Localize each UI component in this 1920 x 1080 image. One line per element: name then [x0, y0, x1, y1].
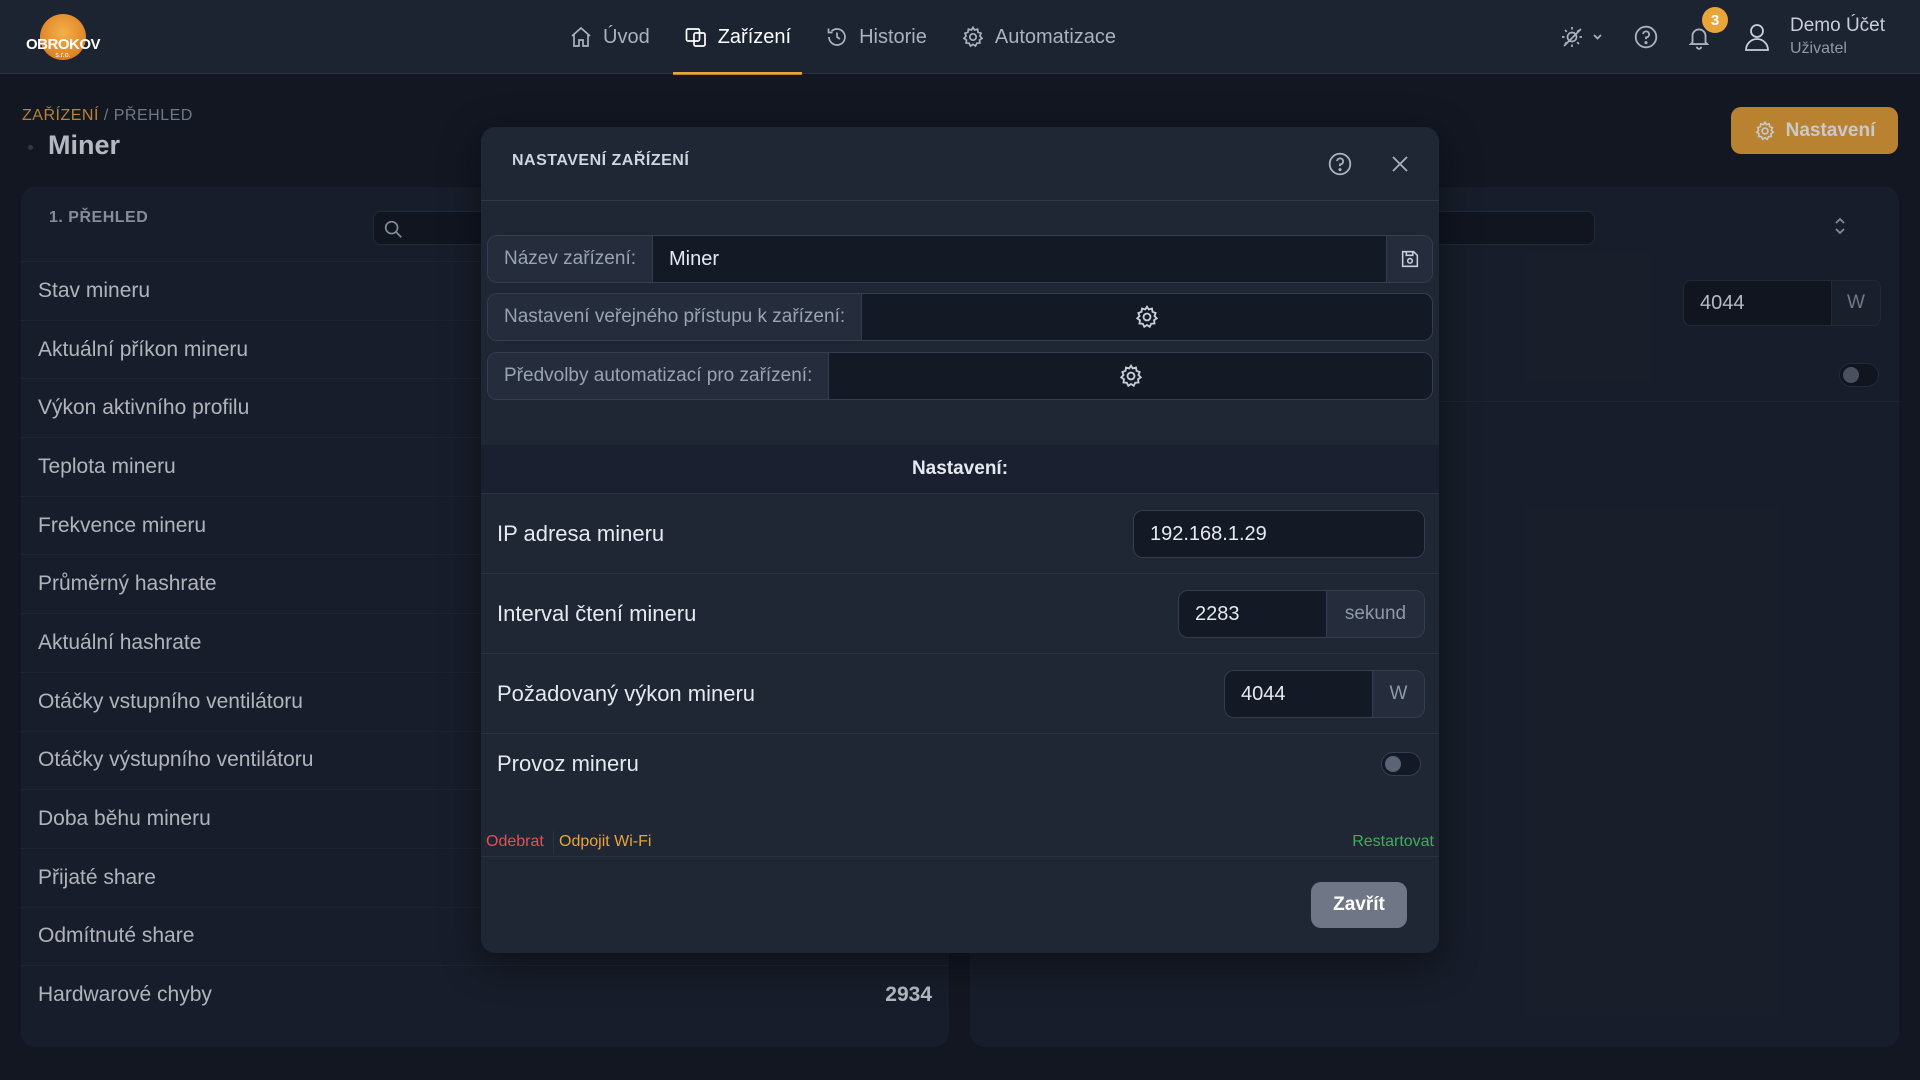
public-access-label: Nastavení veřejného přístupu k zařízení: — [488, 294, 863, 340]
save-icon — [1401, 250, 1418, 268]
operation-toggle[interactable] — [1381, 752, 1421, 776]
requested-power-input-group: 4044 W — [1224, 670, 1425, 718]
nav-item-devices[interactable]: Zařízení — [667, 0, 808, 75]
device-name-label: Název zařízení: — [488, 236, 653, 282]
device-name-input[interactable]: Miner — [653, 236, 1386, 282]
weather-sun-icon[interactable] — [1560, 24, 1606, 50]
operation-label: Provoz mineru — [497, 750, 639, 776]
public-access-settings-button[interactable] — [862, 294, 1432, 340]
nav-item-automation[interactable]: Automatizace — [944, 0, 1133, 74]
disconnect-wifi-button[interactable]: Odpojit Wi-Fi — [559, 833, 651, 851]
save-button[interactable] — [1386, 236, 1432, 282]
restart-button[interactable]: Restartovat — [1352, 833, 1434, 851]
close-button[interactable]: Zavřít — [1311, 882, 1407, 928]
ip-address-row: IP adresa mineru 192.168.1.29 — [481, 493, 1439, 573]
read-interval-row: Interval čtení mineru 2283 sekund — [481, 573, 1439, 653]
modal-header: NASTAVENÍ ZAŘÍZENÍ — [481, 127, 1439, 201]
requested-power-label: Požadovaný výkon mineru — [497, 680, 756, 706]
modal-actions: Odebrat Odpojit Wi-Fi Restartovat — [481, 831, 1439, 857]
device-settings-modal: NASTAVENÍ ZAŘÍZENÍ Název zařízení: Miner… — [481, 127, 1439, 953]
device-name-field-group: Název zařízení: Miner — [487, 235, 1433, 283]
main-nav: Úvod Zařízení Historie Automatizace — [552, 0, 1133, 75]
read-interval-input-group: 2283 sekund — [1178, 590, 1425, 638]
logo-suffix: s.r.o. — [55, 52, 71, 59]
remove-button[interactable]: Odebrat — [486, 833, 544, 851]
divider — [553, 831, 554, 855]
automation-presets-field-group: Předvolby automatizací pro zařízení: — [487, 352, 1433, 400]
help-icon[interactable] — [1633, 24, 1659, 50]
automation-presets-label: Předvolby automatizací pro zařízení: — [488, 353, 830, 399]
company-logo[interactable]: OBROKOV s.r.o. — [26, 14, 101, 62]
nav-label: Automatizace — [994, 25, 1117, 48]
close-icon[interactable] — [1389, 153, 1411, 175]
user-name[interactable]: Demo Účet — [1790, 15, 1885, 37]
settings-section-heading: Nastavení: — [481, 445, 1439, 493]
operation-row: Provoz mineru — [481, 733, 1439, 793]
history-icon — [827, 28, 846, 46]
nav-item-home[interactable]: Úvod — [552, 0, 667, 74]
top-bar: OBROKOV s.r.o. Úvod Zařízení Historie Au… — [0, 0, 1920, 75]
requested-power-row: Požadovaný výkon mineru 4044 W — [481, 653, 1439, 733]
automation-presets-settings-button[interactable] — [829, 353, 1432, 399]
notification-badge: 3 — [1702, 7, 1728, 33]
gear-icon — [1119, 364, 1142, 388]
read-interval-input[interactable]: 2283 — [1179, 591, 1326, 637]
read-interval-label: Interval čtení mineru — [497, 600, 697, 626]
requested-power-input[interactable]: 4044 — [1225, 671, 1372, 717]
user-role: Uživatel — [1790, 40, 1847, 57]
logo-text: OBROKOV — [26, 36, 101, 53]
help-icon[interactable] — [1327, 151, 1353, 177]
modal-title: NASTAVENÍ ZAŘÍZENÍ — [512, 152, 690, 169]
requested-power-unit: W — [1372, 671, 1424, 717]
ip-address-label: IP adresa mineru — [497, 520, 665, 546]
ip-address-input[interactable]: 192.168.1.29 — [1134, 511, 1424, 557]
public-access-field-group: Nastavení veřejného přístupu k zařízení: — [487, 293, 1433, 341]
read-interval-unit: sekund — [1326, 591, 1424, 637]
nav-label: Zařízení — [717, 25, 792, 48]
nav-label: Historie — [859, 25, 927, 48]
nav-label: Úvod — [603, 25, 650, 48]
gear-icon — [1135, 305, 1159, 329]
devices-icon — [685, 28, 706, 47]
user-avatar-icon[interactable] — [1738, 18, 1776, 56]
ip-address-input-group: 192.168.1.29 — [1133, 510, 1425, 558]
nav-item-history[interactable]: Historie — [808, 0, 944, 74]
gear-icon — [962, 25, 984, 48]
home-icon — [571, 26, 591, 47]
